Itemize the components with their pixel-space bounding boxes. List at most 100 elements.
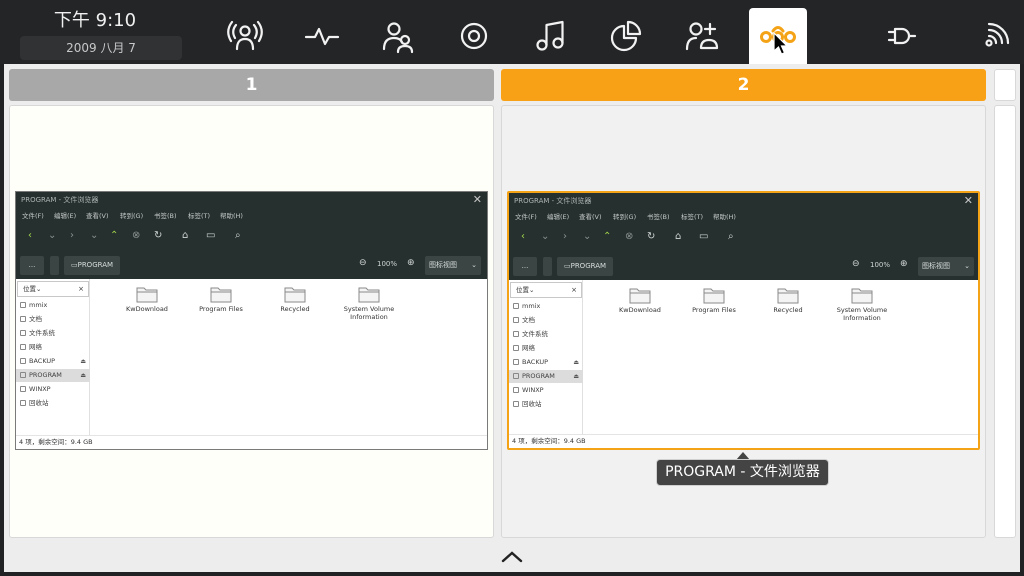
file-item[interactable]: KwDownload <box>110 285 184 313</box>
sidebar-item-filesystem[interactable]: 文件系统 <box>16 327 90 340</box>
workspace-3-header[interactable] <box>994 69 1016 101</box>
clock-date: 2009 八月 7 <box>20 36 182 60</box>
workspace-3-panel[interactable] <box>994 105 1016 538</box>
taskbar-button-users[interactable] <box>369 8 427 64</box>
zoom-out-icon[interactable]: ⊖ <box>359 258 367 268</box>
window-thumbnail-workspace-1[interactable]: PROGRAM - 文件浏览器 ✕ 文件(F) 编辑(E) 查看(V) 转到(G… <box>15 191 488 450</box>
view-mode-select[interactable]: 图标视图 ⌄ <box>918 257 974 276</box>
sidebar-item-trash[interactable]: 回收站 <box>16 397 90 410</box>
eject-icon[interactable]: ⏏ <box>80 369 86 382</box>
taskbar-button-plug[interactable] <box>872 8 930 64</box>
sidebar-item-network[interactable]: 网络 <box>509 342 583 355</box>
workspace-2-header[interactable]: 2 <box>501 69 986 101</box>
sidebar-item-home[interactable]: mmix <box>509 300 583 313</box>
back-dropdown-icon[interactable]: ⌄ <box>541 231 549 242</box>
path-location-button[interactable]: ▭PROGRAM <box>557 257 613 276</box>
eject-icon[interactable]: ⏏ <box>80 355 86 368</box>
menu-tabs[interactable]: 标签(T) <box>681 211 703 221</box>
sidebar-item-program[interactable]: PROGRAM ⏏ <box>16 369 90 382</box>
forward-arrow-icon[interactable]: › <box>563 231 567 242</box>
stop-icon[interactable]: ⊗ <box>625 231 633 242</box>
menu-view[interactable]: 查看(V) <box>579 211 602 221</box>
sidebar-item-backup[interactable]: BACKUP ⏏ <box>509 356 583 369</box>
menu-go[interactable]: 转到(G) <box>120 210 143 220</box>
file-item[interactable]: Program Files <box>677 286 751 314</box>
sidebar-item-documents[interactable]: 文档 <box>16 313 90 326</box>
sidebar-close-button[interactable]: × <box>571 283 577 297</box>
window-thumbnail-workspace-2[interactable]: PROGRAM - 文件浏览器 ✕ 文件(F) 编辑(E) 查看(V) 转到(G… <box>507 191 980 450</box>
up-arrow-icon[interactable]: ⌃ <box>603 231 611 242</box>
sidebar-header[interactable]: 位置⌄ × <box>17 281 89 297</box>
window-titlebar[interactable]: PROGRAM - 文件浏览器 ✕ <box>16 192 487 208</box>
menu-file[interactable]: 文件(F) <box>22 210 44 220</box>
computer-icon[interactable]: ▭ <box>699 231 708 242</box>
sidebar-close-button[interactable]: × <box>78 282 84 296</box>
menu-tabs[interactable]: 标签(T) <box>188 210 210 220</box>
reload-icon[interactable]: ↻ <box>154 230 162 241</box>
file-item[interactable]: Program Files <box>184 285 258 313</box>
sidebar-item-filesystem[interactable]: 文件系统 <box>509 328 583 341</box>
sidebar-item-network[interactable]: 网络 <box>16 341 90 354</box>
window-close-button[interactable]: ✕ <box>473 193 482 207</box>
sidebar-item-winxp[interactable]: WINXP <box>509 384 583 397</box>
computer-icon[interactable]: ▭ <box>206 230 215 241</box>
clock-widget[interactable]: 下午 9:10 2009 八月 7 <box>20 4 182 60</box>
sidebar-item-winxp[interactable]: WINXP <box>16 383 90 396</box>
menu-edit[interactable]: 编辑(E) <box>547 211 569 221</box>
home-icon[interactable]: ⌂ <box>182 230 188 241</box>
forward-dropdown-icon[interactable]: ⌄ <box>583 231 591 242</box>
menu-view[interactable]: 查看(V) <box>86 210 109 220</box>
stop-icon[interactable]: ⊗ <box>132 230 140 241</box>
menu-bookmarks[interactable]: 书签(B) <box>154 210 177 220</box>
chevron-up-icon[interactable] <box>500 548 524 564</box>
menu-go[interactable]: 转到(G) <box>613 211 636 221</box>
search-icon[interactable]: ⌕ <box>728 231 734 242</box>
taskbar-button-broadcast[interactable] <box>216 8 274 64</box>
taskbar-button-target[interactable] <box>445 8 503 64</box>
path-scroll-left[interactable] <box>50 256 59 275</box>
workspace-1-header[interactable]: 1 <box>9 69 494 101</box>
file-item[interactable]: Recycled <box>751 286 825 314</box>
forward-arrow-icon[interactable]: › <box>70 230 74 241</box>
menu-help[interactable]: 帮助(H) <box>220 210 243 220</box>
window-close-button[interactable]: ✕ <box>964 194 973 208</box>
sidebar-item-program[interactable]: PROGRAM ⏏ <box>509 370 583 383</box>
taskbar-button-pulse[interactable] <box>293 8 351 64</box>
path-more-button[interactable]: ... <box>20 256 44 275</box>
reload-icon[interactable]: ↻ <box>647 231 655 242</box>
sidebar-item-trash[interactable]: 回收站 <box>509 398 583 411</box>
file-item[interactable]: KwDownload <box>603 286 677 314</box>
menu-help[interactable]: 帮助(H) <box>713 211 736 221</box>
path-scroll-left[interactable] <box>543 257 552 276</box>
path-more-button[interactable]: ... <box>513 257 537 276</box>
taskbar-button-music[interactable] <box>521 8 579 64</box>
zoom-out-icon[interactable]: ⊖ <box>852 259 860 269</box>
eject-icon[interactable]: ⏏ <box>573 370 579 383</box>
file-item[interactable]: System Volume Information <box>825 286 899 322</box>
search-icon[interactable]: ⌕ <box>235 230 241 241</box>
view-mode-select[interactable]: 图标视图 ⌄ <box>425 256 481 275</box>
forward-dropdown-icon[interactable]: ⌄ <box>90 230 98 241</box>
sidebar-item-documents[interactable]: 文档 <box>509 314 583 327</box>
path-location-button[interactable]: ▭PROGRAM <box>64 256 120 275</box>
window-titlebar[interactable]: PROGRAM - 文件浏览器 ✕ <box>509 193 978 209</box>
back-arrow-icon[interactable]: ‹ <box>28 230 32 241</box>
menu-bookmarks[interactable]: 书签(B) <box>647 211 670 221</box>
sidebar-item-backup[interactable]: BACKUP ⏏ <box>16 355 90 368</box>
taskbar-button-wifi[interactable] <box>966 8 1024 64</box>
file-item[interactable]: Recycled <box>258 285 332 313</box>
file-item[interactable]: System Volume Information <box>332 285 406 321</box>
home-icon[interactable]: ⌂ <box>675 231 681 242</box>
sidebar-item-home[interactable]: mmix <box>16 299 90 312</box>
zoom-in-icon[interactable]: ⊕ <box>900 259 908 269</box>
menu-edit[interactable]: 编辑(E) <box>54 210 76 220</box>
eject-icon[interactable]: ⏏ <box>573 356 579 369</box>
up-arrow-icon[interactable]: ⌃ <box>110 230 118 241</box>
back-arrow-icon[interactable]: ‹ <box>521 231 525 242</box>
back-dropdown-icon[interactable]: ⌄ <box>48 230 56 241</box>
taskbar-button-pie-chart[interactable] <box>597 8 655 64</box>
sidebar-header[interactable]: 位置⌄ × <box>510 282 582 298</box>
zoom-in-icon[interactable]: ⊕ <box>407 258 415 268</box>
taskbar-button-add-user[interactable] <box>673 8 731 64</box>
menu-file[interactable]: 文件(F) <box>515 211 537 221</box>
